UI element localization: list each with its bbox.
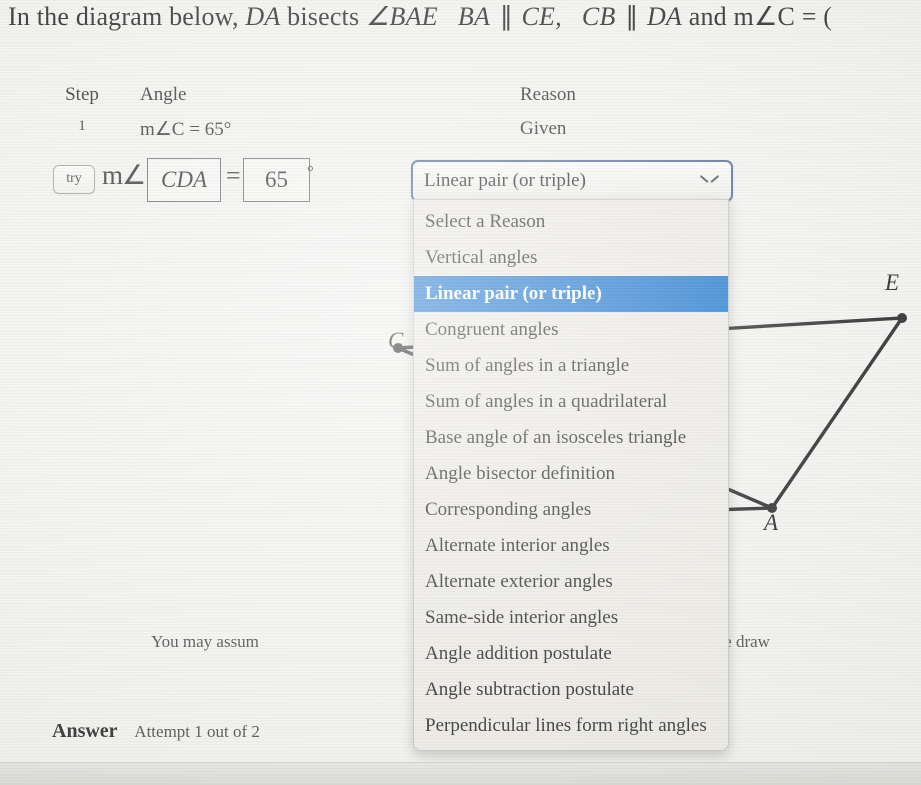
segment-da-label-2: DA [646,2,682,31]
reason-option[interactable]: Select a Reason [414,204,728,240]
figure-label-a: A [764,510,779,535]
segment-ce-label: CE, [521,0,561,34]
segment-ba-label: BA [458,0,490,34]
angle-value-input[interactable]: 65 [243,158,310,202]
assume-note-left: You may assum [151,632,259,651]
measure-angle-prefix: m∠ [102,160,146,190]
reason-option[interactable]: Sum of angles in a quadrilateral [414,384,728,420]
reason-option[interactable]: Linear pair (or triple) [414,276,728,312]
vertex-e [897,313,907,323]
reason-option[interactable]: Alternate exterior angles [414,564,728,600]
prompt-bisects: bisects [287,2,360,31]
segment-cb-label: CB [581,2,616,31]
column-header-reason: Reason [520,84,576,105]
parallel-symbol-1: ∥ [499,2,513,31]
reason-option[interactable]: Perpendicular lines form right angles [414,708,728,744]
column-header-angle: Angle [140,84,187,105]
reason-options-list[interactable]: Select a Reason Vertical angles Linear pai… [413,199,729,751]
degree-symbol: ° [307,162,314,181]
equals-sign: = [226,161,241,190]
reason-option[interactable]: Corresponding angles [414,492,728,528]
problem-statement: In the diagram below, DA bisects ∠BAE BA… [8,0,921,34]
reason-select[interactable]: Linear pair (or triple) [411,160,733,202]
figure-label-e: E [885,270,900,295]
reason-option[interactable]: Sum of angles in a triangle [414,348,728,384]
figure-label-c: C [388,328,404,353]
attempt-counter: Attempt 1 out of 2 [134,722,260,741]
prompt-lead: In the diagram below, [8,2,239,31]
reason-option[interactable]: Congruent angles [414,312,728,348]
reason-option[interactable]: Base angle of an isosceles triangle [414,420,728,456]
reason-option[interactable]: Alternate interior angles [414,528,728,564]
chevron-down-icon [702,175,717,184]
answer-label: Answer [52,720,118,742]
prompt-mangle-c: m∠C = [733,2,817,31]
column-header-step: Step [65,84,99,105]
line-e-a [770,317,904,509]
angle-name-input[interactable]: CDA [147,158,221,202]
reason-option[interactable]: Angle bisector definition [414,456,728,492]
reason-select-value: Linear pair (or triple) [424,170,586,191]
row-reason: Given [520,118,567,139]
row-angle-value: m∠C = 65° [140,119,232,140]
reason-option[interactable]: Same-side interior angles [414,600,728,636]
angle-bae-label: ∠BAE [366,2,438,31]
reason-option[interactable]: Angle addition postulate [414,636,728,672]
table-header-row: Step Angle Reason [0,84,921,114]
segment-da-label: DA [245,0,280,34]
row-step-number: 1 [78,118,86,134]
reason-option[interactable]: Vertical angles [414,240,728,276]
parallel-symbol-2: ∥ [625,2,638,31]
bottom-edge [0,762,921,785]
reason-option[interactable]: Angle subtraction postulate [414,672,728,708]
table-row: 1 m∠C = 65° Given [0,118,921,148]
try-button[interactable]: try [53,165,95,194]
answer-footer: Answer Attempt 1 out of 2 [52,720,260,743]
prompt-and: and [688,2,727,31]
prompt-trailing: ( [823,2,833,31]
